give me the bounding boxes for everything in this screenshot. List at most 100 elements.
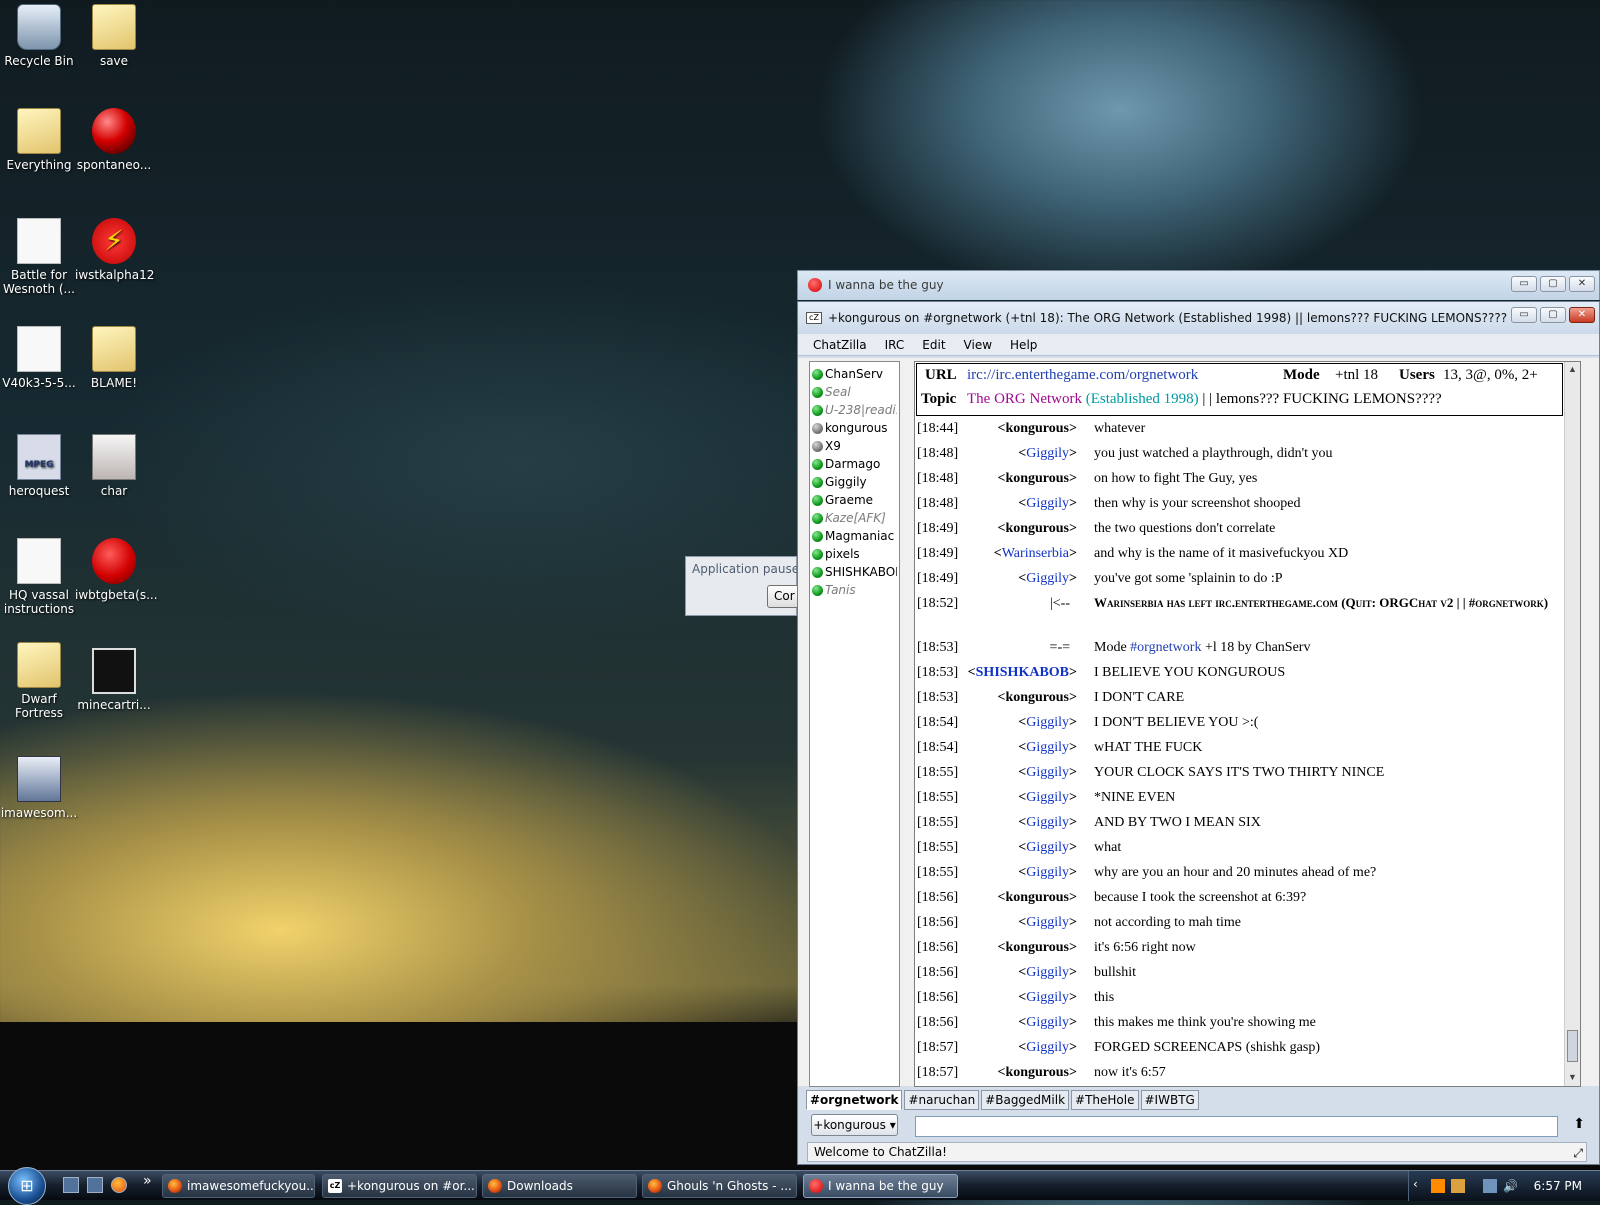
maximize-button[interactable]: ▢ [1540, 276, 1566, 292]
clock[interactable]: 6:57 PM [1534, 1179, 1582, 1193]
tray-app-icon[interactable] [1451, 1179, 1465, 1193]
message-nick[interactable]: <Giggily> [1018, 566, 1077, 591]
desktop-icon-imawesom[interactable]: imawesom... [0, 756, 78, 820]
message-nick[interactable]: <SHISHKABOB> [968, 660, 1077, 685]
desktop-icon-hq-vassal[interactable]: HQ vassal instructions [0, 538, 78, 616]
scroll-up-icon[interactable]: ▲ [1568, 364, 1577, 374]
user-list-item[interactable]: Kaze[AFK] [812, 509, 897, 527]
user-list-item[interactable]: Giggily [812, 473, 897, 491]
user-list-item[interactable]: Graeme [812, 491, 897, 509]
channel-url-link[interactable]: irc://irc.enterthegame.com/orgnetwork [967, 367, 1198, 384]
taskbar-item[interactable]: Downloads [482, 1174, 637, 1198]
desktop-icon-iwstkalpha12[interactable]: ⚡ iwstkalpha12 [75, 218, 154, 282]
chat-scrollbar[interactable]: ▲ ▼ [1564, 362, 1580, 1086]
user-list-item[interactable]: kongurous [812, 419, 897, 437]
menu-edit[interactable]: Edit [922, 338, 945, 352]
channel-tab[interactable]: #IWBTG [1140, 1090, 1199, 1110]
tray-app-icon[interactable] [1431, 1179, 1445, 1193]
start-button[interactable]: ⊞ [8, 1167, 46, 1205]
desktop-icon-spontaneo[interactable]: spontaneo... [75, 108, 153, 172]
message-nick[interactable]: <Giggily> [1018, 1010, 1077, 1035]
message-nick[interactable]: <kongurous> [997, 516, 1077, 541]
channel-link[interactable]: #orgnetwork [1130, 640, 1201, 655]
user-list-item[interactable]: ChanServ [812, 365, 897, 383]
user-list[interactable]: ChanServ Seal U-238|readi... kongurous X9 Dar… [809, 361, 900, 1087]
close-button[interactable]: ✕ [1569, 276, 1595, 292]
menu-chatzilla[interactable]: ChatZilla [813, 338, 867, 352]
message-nick[interactable]: <Giggily> [1018, 860, 1077, 885]
volume-icon[interactable]: 🔊 [1503, 1179, 1518, 1193]
desktop-icon-iwbtgbeta[interactable]: iwbtgbeta(s... [75, 538, 158, 602]
message-nick[interactable]: <Giggily> [1018, 960, 1077, 985]
minimize-button[interactable]: ▭ [1511, 276, 1537, 292]
close-button[interactable]: ✕ [1569, 307, 1595, 323]
desktop-icon-char[interactable]: char [75, 434, 153, 498]
iwbtg-window-titlebar[interactable]: I wanna be the guy ▭ ▢ ✕ [797, 270, 1600, 300]
desktop-icon-heroquest[interactable]: MPEG heroquest [0, 434, 78, 498]
switch-windows-icon[interactable] [87, 1177, 103, 1193]
desktop-icon-wesnoth[interactable]: Battle for Wesnoth (... [0, 218, 78, 296]
menu-irc[interactable]: IRC [885, 338, 905, 352]
channel-tab[interactable]: #BaggedMilk [981, 1090, 1070, 1110]
message-nick[interactable]: <Giggily> [1018, 985, 1077, 1010]
message-nick[interactable]: <Giggily> [1018, 735, 1077, 760]
scroll-thumb[interactable] [1567, 1030, 1578, 1062]
message-nick[interactable]: <Giggily> [1018, 1035, 1077, 1060]
message-nick[interactable]: <kongurous> [997, 685, 1077, 710]
user-list-item[interactable]: pixels [812, 545, 897, 563]
desktop-icon-everything[interactable]: Everything [0, 108, 78, 172]
message-nick[interactable]: <Giggily> [1018, 441, 1077, 466]
user-list-item[interactable]: Seal [812, 383, 897, 401]
taskbar-item[interactable]: Ghouls 'n Ghosts - ... [642, 1174, 797, 1198]
message-nick[interactable]: <Giggily> [1018, 810, 1077, 835]
network-icon[interactable] [1483, 1179, 1497, 1193]
desktop-icon-blame[interactable]: BLAME! [75, 326, 153, 390]
nickname-button[interactable]: +kongurous ▾ [811, 1114, 898, 1136]
message-nick[interactable]: <Warinserbia> [994, 541, 1077, 566]
channel-tab[interactable]: #naruchan [904, 1090, 980, 1110]
desktop-icon-minecartri[interactable]: minecartri... [75, 648, 153, 712]
show-desktop-icon[interactable] [63, 1177, 79, 1193]
multiline-toggle-icon[interactable]: ⬆ [1573, 1116, 1585, 1132]
topic-text: (Established 1998) [1085, 391, 1199, 407]
message-nick[interactable]: <kongurous> [997, 466, 1077, 491]
user-list-item[interactable]: Tanis [812, 581, 897, 599]
scroll-down-icon[interactable]: ▼ [1568, 1072, 1577, 1082]
channel-tab[interactable]: #orgnetwork [806, 1090, 903, 1110]
quicklaunch-more-icon[interactable]: » [143, 1173, 152, 1189]
user-status-icon [812, 368, 823, 380]
message-nick[interactable]: <Giggily> [1018, 760, 1077, 785]
minimize-button[interactable]: ▭ [1511, 307, 1537, 323]
menu-view[interactable]: View [964, 338, 992, 352]
message-input[interactable] [915, 1116, 1558, 1137]
message-nick[interactable]: <Giggily> [1018, 710, 1077, 735]
resize-grip-icon[interactable]: ⤢ [1573, 1144, 1583, 1162]
taskbar-item[interactable]: imawesomefuckyou... [162, 1174, 315, 1198]
message-nick[interactable]: <Giggily> [1018, 910, 1077, 935]
user-list-item[interactable]: X9 [812, 437, 897, 455]
desktop-icon-v40k[interactable]: V40k3-5-5... [0, 326, 78, 390]
menu-help[interactable]: Help [1010, 338, 1037, 352]
user-list-item[interactable]: Magmaniac [812, 527, 897, 545]
user-list-item[interactable]: Darmago [812, 455, 897, 473]
firefox-icon[interactable] [111, 1177, 127, 1193]
message-nick[interactable]: <kongurous> [997, 416, 1077, 441]
user-list-item[interactable]: U-238|readi... [812, 401, 897, 419]
chatzilla-titlebar[interactable]: cZ +kongurous on #orgnetwork (+tnl 18): … [798, 302, 1599, 334]
desktop-icon-save[interactable]: save [75, 4, 153, 68]
channel-tab[interactable]: #TheHole [1071, 1090, 1139, 1110]
desktop-icon-dwarf-fortress[interactable]: Dwarf Fortress [0, 642, 78, 720]
tray-expand-icon[interactable]: ‹ [1413, 1177, 1418, 1191]
taskbar-item-active[interactable]: I wanna be the guy [803, 1174, 958, 1198]
user-list-item[interactable]: SHISHKABOB [812, 563, 897, 581]
taskbar-item[interactable]: cZ +kongurous on #or... [322, 1174, 477, 1198]
maximize-button[interactable]: ▢ [1540, 307, 1566, 323]
desktop-icon-recycle-bin[interactable]: Recycle Bin [0, 4, 78, 68]
chat-message: [18:55] <Giggily> YOUR CLOCK SAYS IT'S TWO… [915, 760, 1575, 785]
message-nick[interactable]: <Giggily> [1018, 491, 1077, 516]
message-nick[interactable]: <kongurous> [997, 885, 1077, 910]
message-nick[interactable]: <kongurous> [997, 1060, 1077, 1085]
message-nick[interactable]: <Giggily> [1018, 835, 1077, 860]
message-nick[interactable]: <Giggily> [1018, 785, 1077, 810]
message-nick[interactable]: <kongurous> [997, 935, 1077, 960]
